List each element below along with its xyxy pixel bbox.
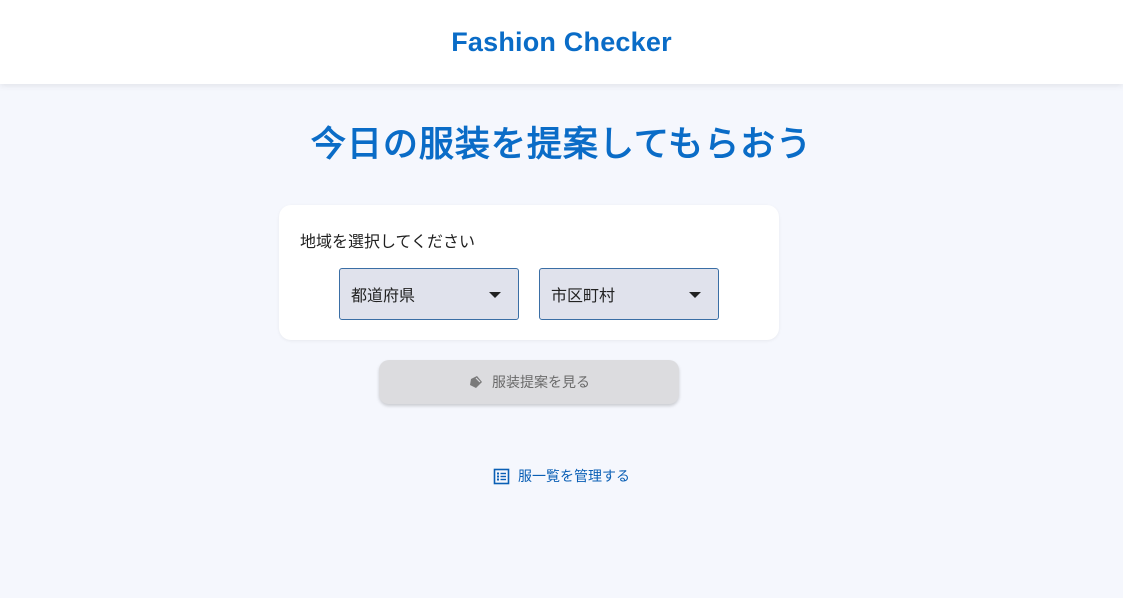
city-select-value: 市区町村 [551,286,616,305]
page-heading: 今日の服装を提案してもらおう [310,125,813,165]
manage-clothes-link[interactable]: 服一覧を管理する [0,466,1123,486]
prefecture-select[interactable]: 都道府県 [339,268,519,320]
app-bar: Fashion Checker [0,0,1123,84]
arrow-drop-down-icon [489,292,501,298]
app-title: Fashion Checker [451,26,672,57]
city-select[interactable]: 市区町村 [539,268,719,320]
arrow-drop-down-icon [689,292,701,298]
prefecture-select-value: 都道府県 [351,286,416,305]
suggest-outfit-button[interactable]: 服装提案を見る [379,360,679,404]
manage-clothes-link-label: 服一覧を管理する [518,469,630,485]
region-label: 地域を選択してください [300,232,476,251]
list-icon [493,468,510,485]
region-card: 地域を選択してください 都道府県 市区町村 [279,205,779,340]
hanger-icon [468,374,484,390]
suggest-outfit-button-label: 服装提案を見る [492,375,590,391]
